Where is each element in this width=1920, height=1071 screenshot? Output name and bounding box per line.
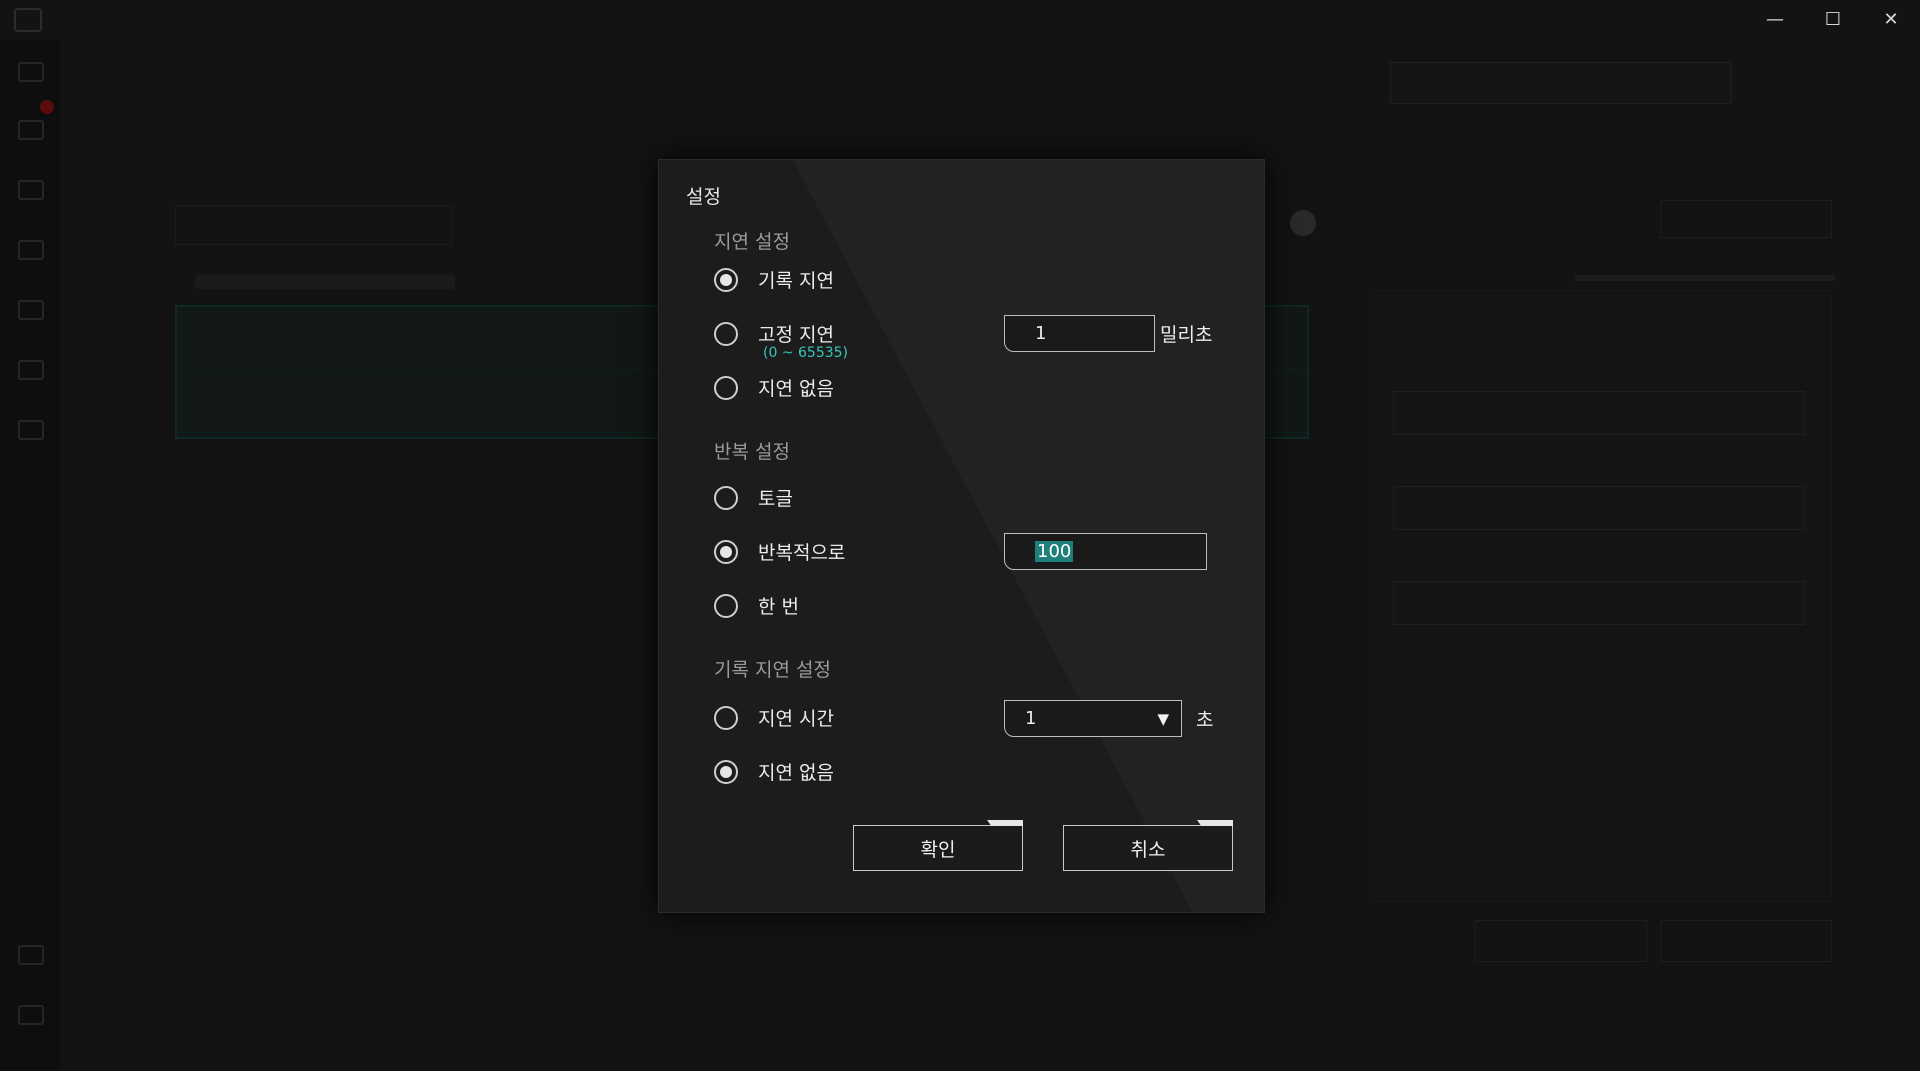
- minimize-button[interactable]: —: [1746, 0, 1804, 38]
- radio-no-delay[interactable]: [714, 375, 738, 400]
- radio-record-delay[interactable]: [714, 267, 738, 292]
- option-delay-time[interactable]: 지연 시간: [714, 704, 834, 731]
- seconds-unit-label: 초: [1196, 709, 1214, 731]
- dialog-title: 설정: [686, 186, 721, 208]
- delay-time-value: 1: [1025, 708, 1037, 729]
- sidebar-lighting-icon: [18, 300, 44, 320]
- notification-badge: [40, 100, 54, 114]
- ms-unit-label: 밀리초: [1160, 324, 1213, 346]
- confirm-button[interactable]: 확인: [853, 820, 1023, 871]
- option-label: 고정 지연: [758, 324, 834, 346]
- sidebar-stats-icon: [18, 360, 44, 380]
- macro-tabs: [175, 205, 452, 245]
- sidebar-device-icon: [18, 180, 44, 200]
- properties-panel: [1370, 290, 1832, 902]
- panel-field: [1393, 581, 1805, 625]
- option-label: 지연 시간: [758, 708, 834, 730]
- option-no-delay[interactable]: 지연 없음: [714, 374, 834, 401]
- confirm-label: 확인: [920, 838, 956, 861]
- app-logo-icon: [14, 8, 42, 32]
- option-once[interactable]: 한 번: [714, 592, 799, 619]
- fixed-delay-value: 1: [1035, 323, 1047, 344]
- radio-once[interactable]: [714, 593, 738, 618]
- option-fixed-delay[interactable]: 고정 지연: [714, 320, 834, 347]
- option-label: 반복적으로: [758, 542, 846, 564]
- sidebar-home-icon: [18, 62, 44, 82]
- option-repeat[interactable]: 반복적으로: [714, 538, 845, 565]
- sidebar: [0, 40, 60, 1071]
- button-corner-decoration: [1197, 820, 1233, 826]
- cancel-button[interactable]: 취소: [1063, 820, 1233, 871]
- radio-delay-time[interactable]: [714, 705, 738, 730]
- profile-select: [1390, 62, 1732, 104]
- settings-dialog: 설정 지연 설정 기록 지연 고정 지연 (0 ~ 65535) 1 밀리초 지…: [658, 159, 1265, 913]
- fixed-delay-input[interactable]: 1: [1004, 315, 1155, 352]
- option-label: 한 번: [758, 596, 799, 618]
- repeat-count-input[interactable]: 100: [1004, 533, 1207, 570]
- option-label: 지연 없음: [758, 378, 834, 400]
- table-header: [195, 275, 455, 289]
- chevron-down-icon: ▼: [1157, 710, 1169, 728]
- sidebar-library-icon: [18, 420, 44, 440]
- option-label: 기록 지연: [758, 270, 834, 292]
- slider: [1575, 275, 1835, 281]
- option-no-record-delay[interactable]: 지연 없음: [714, 758, 834, 785]
- repeat-count-value: 100: [1035, 541, 1074, 562]
- sidebar-help-icon: [18, 1005, 44, 1025]
- button-corner-decoration: [987, 820, 1023, 826]
- cancel-label: 취소: [1130, 838, 1166, 861]
- radio-repeat[interactable]: [714, 539, 738, 564]
- panel-field: [1393, 486, 1805, 530]
- sidebar-settings-icon: [18, 240, 44, 260]
- bg-reset-button: [1660, 920, 1832, 962]
- option-label: 토글: [758, 488, 793, 510]
- record-delay-section-heading: 기록 지연 설정: [714, 659, 831, 681]
- info-icon: [1290, 210, 1316, 236]
- close-button[interactable]: ✕: [1862, 0, 1920, 38]
- delay-section-heading: 지연 설정: [714, 231, 790, 253]
- delay-time-dropdown[interactable]: 1 ▼: [1004, 700, 1182, 737]
- option-label: 지연 없음: [758, 762, 834, 784]
- option-toggle[interactable]: 토글: [714, 484, 793, 511]
- record-button: [1660, 200, 1832, 238]
- sidebar-profile-icon: [18, 945, 44, 965]
- radio-toggle[interactable]: [714, 485, 738, 510]
- radio-no-record-delay[interactable]: [714, 759, 738, 784]
- bg-apply-button: [1475, 920, 1647, 962]
- repeat-section-heading: 반복 설정: [714, 441, 790, 463]
- panel-field: [1393, 391, 1805, 435]
- sidebar-macro-icon: [18, 120, 44, 140]
- fixed-delay-range-hint: (0 ~ 65535): [763, 345, 848, 361]
- option-record-delay[interactable]: 기록 지연: [714, 266, 834, 293]
- radio-fixed-delay[interactable]: [714, 321, 738, 346]
- maximize-button[interactable]: ☐: [1804, 0, 1862, 38]
